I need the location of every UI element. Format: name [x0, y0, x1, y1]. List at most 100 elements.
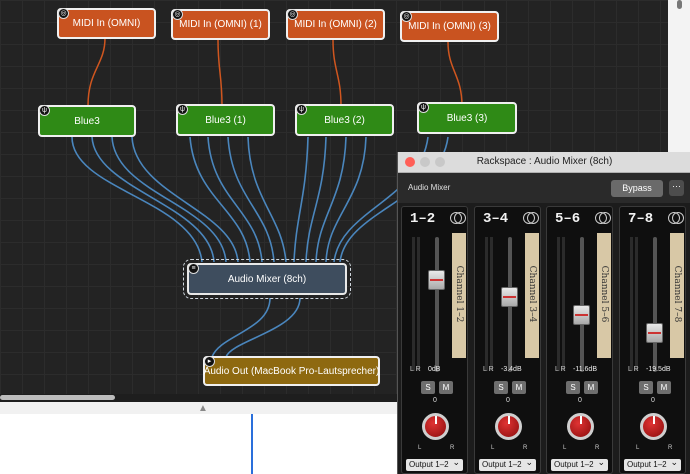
volume-fader[interactable] — [428, 270, 445, 291]
level-meter-left — [412, 237, 415, 371]
midi-in-node[interactable]: ◎ MIDI In (OMNI) (3) — [400, 11, 499, 42]
node-label: MIDI In (OMNI) (2) — [294, 19, 377, 30]
midi-node-icon: ◎ — [401, 11, 412, 22]
scribble-label: Channel 5–6 — [599, 265, 609, 323]
pan-right-label: R — [523, 445, 528, 451]
stereo-link-icon[interactable] — [595, 212, 611, 224]
pan-left-label: L — [563, 445, 567, 451]
pan-knob[interactable] — [495, 413, 522, 440]
output-select[interactable]: Output 1–2 — [479, 456, 536, 471]
level-meter-right — [417, 237, 420, 371]
audio-wire — [131, 136, 239, 263]
level-meter-left — [630, 237, 633, 371]
node-label: MIDI In (OMNI) — [72, 18, 141, 29]
solo-button[interactable]: S — [639, 381, 653, 394]
audio-mixer-node[interactable]: ≡ Audio Mixer (8ch) — [183, 259, 351, 299]
window-titlebar[interactable]: Rackspace : Audio Mixer (8ch) — [398, 152, 690, 173]
scribble-label: Channel 7–8 — [672, 265, 682, 323]
scribble-strip[interactable]: Channel 5–6 — [597, 233, 611, 358]
output-select[interactable]: Output 1–2 — [406, 456, 463, 471]
solo-button[interactable]: S — [421, 381, 435, 394]
strip-title: 5–6 — [555, 211, 581, 227]
pan-left-label: L — [491, 445, 495, 451]
level-meter-right — [562, 237, 565, 371]
gain-readout: -11.6dB — [573, 366, 597, 373]
pan-right-label: R — [668, 445, 673, 451]
audio-wire — [293, 136, 309, 263]
stereo-link-icon[interactable] — [523, 212, 539, 224]
output-select[interactable]: Output 1–2 — [551, 456, 608, 471]
midi-in-node[interactable]: ◎ MIDI In (OMNI) (1) — [171, 9, 270, 40]
channel-strip: 5–6 Channel 5–6 L R -11.6dB S M 0 L R Output 1–2 — [546, 206, 613, 474]
strip-title: 1–2 — [410, 211, 436, 227]
gain-readout: 0dB — [428, 366, 441, 373]
gain-readout: -19.5dB — [646, 366, 671, 373]
audio-wire — [305, 136, 327, 263]
solo-button[interactable]: S — [494, 381, 508, 394]
audio-wire — [225, 297, 301, 358]
selection-line — [251, 414, 253, 474]
node-label: Audio Out (MacBook Pro-Lautsprecher) — [203, 365, 380, 377]
window-title: Rackspace : Audio Mixer (8ch) — [476, 156, 613, 167]
level-meter-left — [485, 237, 488, 371]
midi-in-node[interactable]: ◎ MIDI In (OMNI) (2) — [286, 9, 385, 40]
node-label: Blue3 (1) — [205, 114, 246, 126]
volume-fader[interactable] — [573, 305, 590, 326]
mute-button[interactable]: M — [584, 381, 598, 394]
volume-fader[interactable] — [501, 286, 518, 307]
blue3-plugin-node[interactable]: ψ Blue3 (1) — [176, 104, 275, 136]
fader-track[interactable] — [435, 237, 439, 372]
plugin-node-icon: ψ — [296, 104, 307, 115]
mute-button[interactable]: M — [657, 381, 671, 394]
node-label: Blue3 (2) — [324, 114, 365, 126]
mute-button[interactable]: M — [512, 381, 526, 394]
pan-knob[interactable] — [640, 413, 667, 440]
pan-value: 0 — [506, 397, 510, 404]
midi-wire — [87, 37, 106, 107]
pan-knob[interactable] — [567, 413, 594, 440]
audio-wire — [227, 136, 275, 263]
plugin-node-icon: ψ — [177, 104, 188, 115]
plugin-window: Rackspace : Audio Mixer (8ch) Audio Mixe… — [397, 152, 690, 474]
pan-right-label: R — [450, 445, 455, 451]
lr-label: L R — [555, 366, 566, 373]
scribble-label: Channel 3–4 — [527, 265, 537, 323]
scribble-strip[interactable]: Channel 1–2 — [452, 233, 466, 358]
stereo-link-icon[interactable] — [450, 212, 466, 224]
mute-button[interactable]: M — [439, 381, 453, 394]
fader-track[interactable] — [653, 237, 657, 372]
more-options-button[interactable]: ··· — [669, 180, 684, 196]
bypass-button[interactable]: Bypass — [611, 180, 663, 197]
output-select[interactable]: Output 1–2 — [624, 456, 681, 471]
audio-out-node[interactable]: ▸ Audio Out (MacBook Pro-Lautsprecher) — [203, 356, 380, 386]
lr-label: L R — [483, 366, 494, 373]
blue3-plugin-node[interactable]: ψ Blue3 (3) — [417, 102, 517, 134]
level-meter-left — [557, 237, 560, 371]
level-meter-right — [635, 237, 638, 371]
midi-in-node[interactable]: ◎ MIDI In (OMNI) — [57, 8, 156, 39]
scribble-label: Channel 1–2 — [454, 265, 464, 323]
blue3-plugin-node[interactable]: ψ Blue3 (2) — [295, 104, 394, 136]
audio-wire — [211, 297, 271, 358]
stereo-link-icon[interactable] — [668, 212, 684, 224]
midi-node-icon: ◎ — [58, 8, 69, 19]
midi-node-icon: ◎ — [172, 9, 183, 20]
pan-knob[interactable] — [422, 413, 449, 440]
channel-strip: 7–8 Channel 7–8 L R -19.5dB S M 0 L R Output 1–2 — [619, 206, 686, 474]
blue3-plugin-node[interactable]: ψ Blue3 — [38, 105, 136, 137]
scribble-strip[interactable]: Channel 3–4 — [525, 233, 539, 358]
expand-caret-icon[interactable]: ▲ — [198, 403, 208, 414]
node-label: Blue3 — [74, 115, 100, 127]
horizontal-scroll-thumb[interactable] — [0, 395, 115, 400]
lr-label: L R — [628, 366, 639, 373]
solo-button[interactable]: S — [566, 381, 580, 394]
plugin-node-icon: ψ — [39, 105, 50, 116]
plugin-name-label: Audio Mixer — [408, 183, 451, 192]
audio-wire — [315, 136, 347, 263]
volume-fader[interactable] — [646, 323, 663, 344]
strip-title: 7–8 — [628, 211, 654, 227]
scribble-strip[interactable]: Channel 7–8 — [670, 233, 684, 358]
pan-value: 0 — [651, 397, 655, 404]
vertical-scroll-thumb[interactable] — [677, 0, 682, 9]
pan-value: 0 — [578, 397, 582, 404]
